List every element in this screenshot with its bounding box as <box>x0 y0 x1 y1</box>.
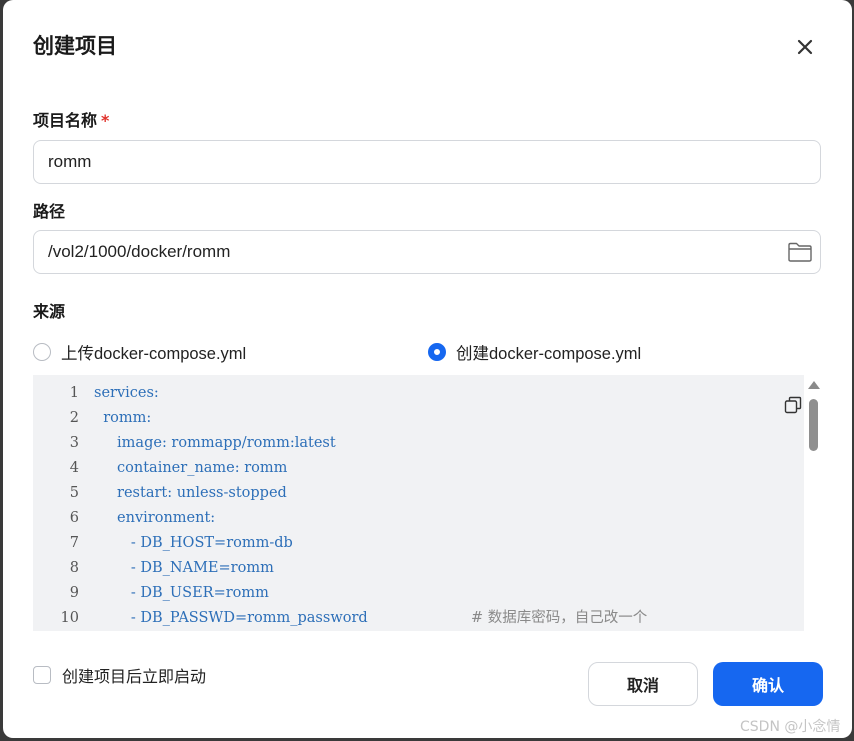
copy-icon[interactable] <box>783 395 803 415</box>
editor-scrollbar-thumb[interactable] <box>809 399 818 451</box>
radio-upload[interactable] <box>33 343 51 361</box>
scroll-up-arrow[interactable] <box>808 381 820 389</box>
autostart-checkbox[interactable] <box>33 666 51 684</box>
folder-icon[interactable] <box>787 241 813 263</box>
code-comment: # 数据库密码，自己改一个 <box>471 610 648 626</box>
source-option-create[interactable]: 创建docker-compose.yml <box>428 340 641 364</box>
project-name-input[interactable] <box>33 140 821 184</box>
required-mark: * <box>101 111 110 130</box>
autostart-option[interactable]: 创建项目后立即启动 <box>33 663 206 687</box>
path-label: 路径 <box>33 202 66 221</box>
path-input[interactable] <box>33 230 821 274</box>
close-icon[interactable] <box>793 35 817 59</box>
source-option-upload-label: 上传docker-compose.yml <box>61 345 247 363</box>
source-label: 来源 <box>33 302 66 321</box>
confirm-button[interactable]: 确认 <box>713 662 823 706</box>
cancel-button[interactable]: 取消 <box>588 662 698 706</box>
autostart-label: 创建项目后立即启动 <box>62 667 207 686</box>
create-project-dialog: 创建项目 项目名称* 路径 来源 上传docker-compose.yml 创建… <box>3 0 852 738</box>
dialog-title: 创建项目 <box>33 34 117 58</box>
source-option-create-label: 创建docker-compose.yml <box>456 345 642 363</box>
radio-create[interactable] <box>428 343 446 361</box>
watermark: CSDN @小念情 <box>740 719 841 735</box>
project-name-label: 项目名称 * <box>33 111 110 130</box>
source-option-upload[interactable]: 上传docker-compose.yml <box>33 340 246 364</box>
compose-editor[interactable]: 1 services: 2 romm: 3 image: rommapp/romm… <box>33 375 804 631</box>
